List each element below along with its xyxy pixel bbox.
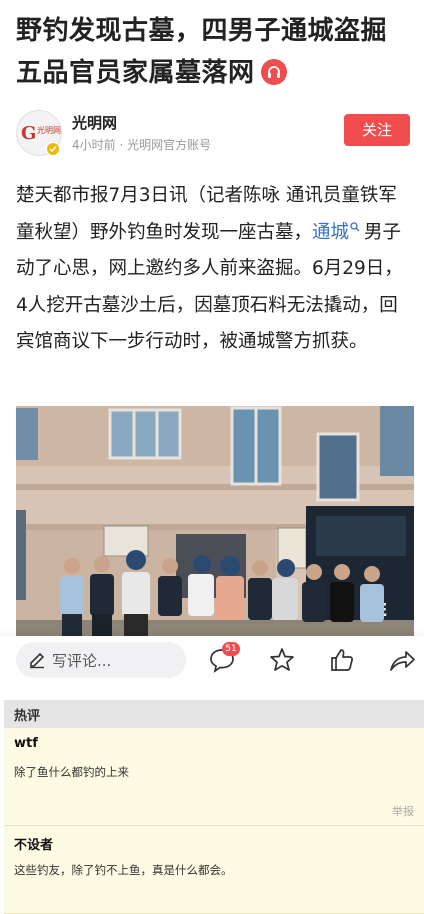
author-meta: 4小时前 · 光明网官方账号 — [72, 138, 212, 152]
follow-button[interactable]: 关注 — [344, 114, 410, 146]
hot-comments-header: 热评 — [4, 700, 424, 728]
comment-item: wtf 除了鱼什么都钓的上来 举报 — [4, 728, 424, 826]
comment-item: 不设者 这些钓友，除了钓不上鱼，真是什么都会。 — [4, 826, 424, 914]
like-icon[interactable] — [328, 646, 356, 674]
comment-input[interactable]: 写评论... — [16, 642, 186, 678]
pen-icon — [30, 652, 45, 669]
bottom-action-bar: 写评论... 51 — [0, 636, 424, 686]
article-title: 野钓发现古墓，四男子通城盗掘五品官员家属墓落网 — [16, 10, 410, 94]
author-name[interactable]: 光明网 — [72, 112, 117, 133]
article-title-text: 野钓发现古墓，四男子通城盗掘五品官员家属墓落网 — [16, 16, 388, 88]
report-link[interactable]: 举报 — [392, 803, 414, 819]
hot-comments-title: 热评 — [14, 709, 41, 724]
comment-text: 这些钓友，除了钓不上鱼，真是什么都会。 — [14, 863, 233, 877]
verified-icon — [46, 142, 60, 156]
share-icon[interactable] — [388, 646, 416, 674]
location-link[interactable]: 通城 — [312, 222, 349, 243]
article-photo[interactable]: CE — [16, 406, 414, 638]
comment-placeholder: 写评论... — [52, 652, 112, 670]
avatar-logo-text: 光明网 — [37, 126, 61, 135]
comment-username[interactable]: wtf — [14, 736, 38, 751]
star-icon[interactable] — [268, 646, 296, 674]
comment-text: 除了鱼什么都钓的上来 — [14, 765, 129, 779]
avatar-logo: G — [21, 123, 37, 144]
author-row: G 光明网 光明网 4小时前 · 光明网官方账号 关注 — [16, 108, 410, 160]
search-icon[interactable] — [350, 221, 360, 232]
comment-username[interactable]: 不设者 — [14, 834, 53, 853]
headphones-icon[interactable] — [260, 59, 287, 85]
comment-count-badge: 51 — [222, 642, 240, 656]
article-body: 楚天都市报7月3日讯（记者陈咏 通讯员童铁军 童秋望）野外钓鱼时发现一座古墓，通… — [16, 178, 412, 361]
